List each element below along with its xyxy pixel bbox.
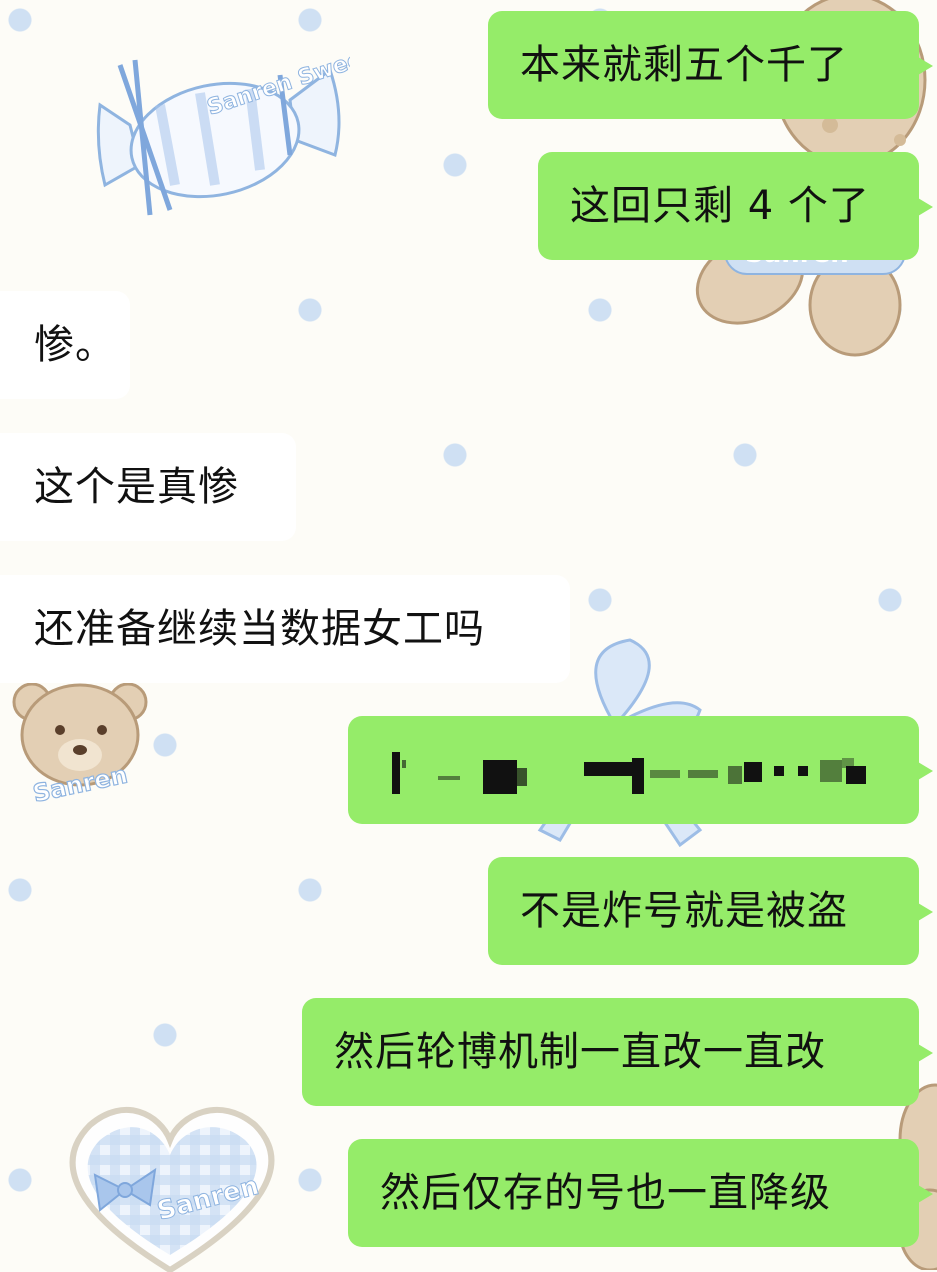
- teddy-bear-head-sticker-icon: Sanren: [12, 682, 148, 808]
- outgoing-message[interactable]: 然后仅存的号也一直降级: [348, 1139, 933, 1247]
- chat-screen: { "colors": { "outgoing_bubble": "#95ec6…: [0, 0, 937, 1272]
- outgoing-message[interactable]: 本来就剩五个千了: [488, 11, 933, 119]
- redacted-text-mosaic: [392, 752, 866, 794]
- outgoing-message[interactable]: 不是炸号就是被盗: [488, 857, 933, 965]
- heart-sticker-icon: Sanren: [69, 1106, 275, 1272]
- incoming-message[interactable]: 还准备继续当数据女工吗: [0, 575, 570, 683]
- outgoing-message[interactable]: 这回只剩 4 个了: [538, 152, 933, 260]
- outgoing-message-redacted[interactable]: [348, 716, 933, 824]
- candy-sticker-icon: Sanren Sweet: [96, 45, 350, 216]
- incoming-message[interactable]: 惨。: [0, 291, 130, 399]
- incoming-message[interactable]: 这个是真惨: [0, 433, 296, 541]
- outgoing-message[interactable]: 然后轮博机制一直改一直改: [302, 998, 933, 1106]
